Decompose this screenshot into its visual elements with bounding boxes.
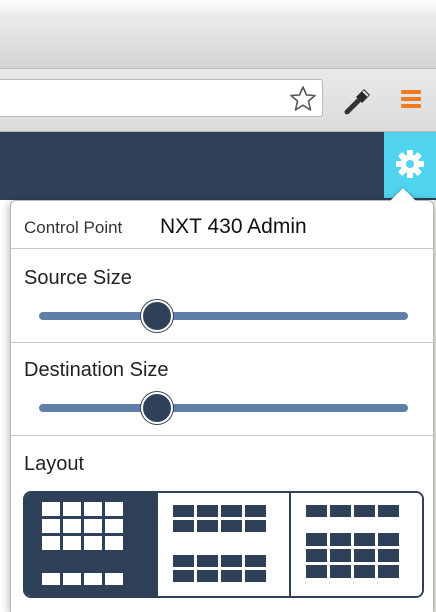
layout-grid-top-block-icon — [173, 505, 266, 532]
destination-size-label: Destination Size — [24, 359, 169, 381]
browser-toolbar — [0, 68, 436, 132]
destination-size-section: Destination Size — [11, 343, 433, 436]
popup-title: NXT 430 Admin — [160, 215, 307, 238]
source-size-label: Source Size — [24, 267, 132, 289]
source-size-slider-track[interactable] — [39, 312, 408, 320]
layout-grid-alt-block-icon — [306, 533, 399, 578]
source-size-slider-thumb[interactable] — [141, 300, 174, 332]
address-bar[interactable] — [0, 79, 323, 117]
popup-subtitle: Control Point — [24, 218, 123, 237]
titlebar-highlight — [0, 0, 436, 14]
destination-size-slider-thumb[interactable] — [141, 392, 174, 424]
popup-pointer — [390, 188, 416, 201]
destination-size-slider-track[interactable] — [39, 404, 408, 412]
star-icon[interactable] — [288, 84, 318, 114]
popup-header: Control Point NXT 430 Admin — [11, 201, 433, 249]
layout-grid-4x4-bottom-row — [42, 573, 123, 585]
layout-grid-bottom-block-icon — [173, 555, 266, 582]
layout-option-grid-4x2-split[interactable] — [156, 493, 289, 596]
browser-titlebar — [0, 0, 436, 68]
layout-option-grid-4x4[interactable] — [25, 493, 156, 596]
source-size-section: Source Size — [11, 249, 433, 343]
gear-icon — [396, 150, 424, 178]
menu-icon[interactable] — [399, 87, 423, 111]
page-header — [0, 132, 436, 200]
settings-popup: Control Point NXT 430 Admin Source Size … — [10, 200, 434, 612]
layout-label: Layout — [24, 453, 85, 475]
layout-grid-4x4-icon — [42, 502, 123, 550]
layout-grid-alt-top-row-icon — [306, 505, 399, 517]
wrench-icon[interactable] — [342, 85, 374, 117]
layout-selector — [23, 491, 424, 598]
layout-option-grid-4x4-alt[interactable] — [289, 493, 422, 596]
